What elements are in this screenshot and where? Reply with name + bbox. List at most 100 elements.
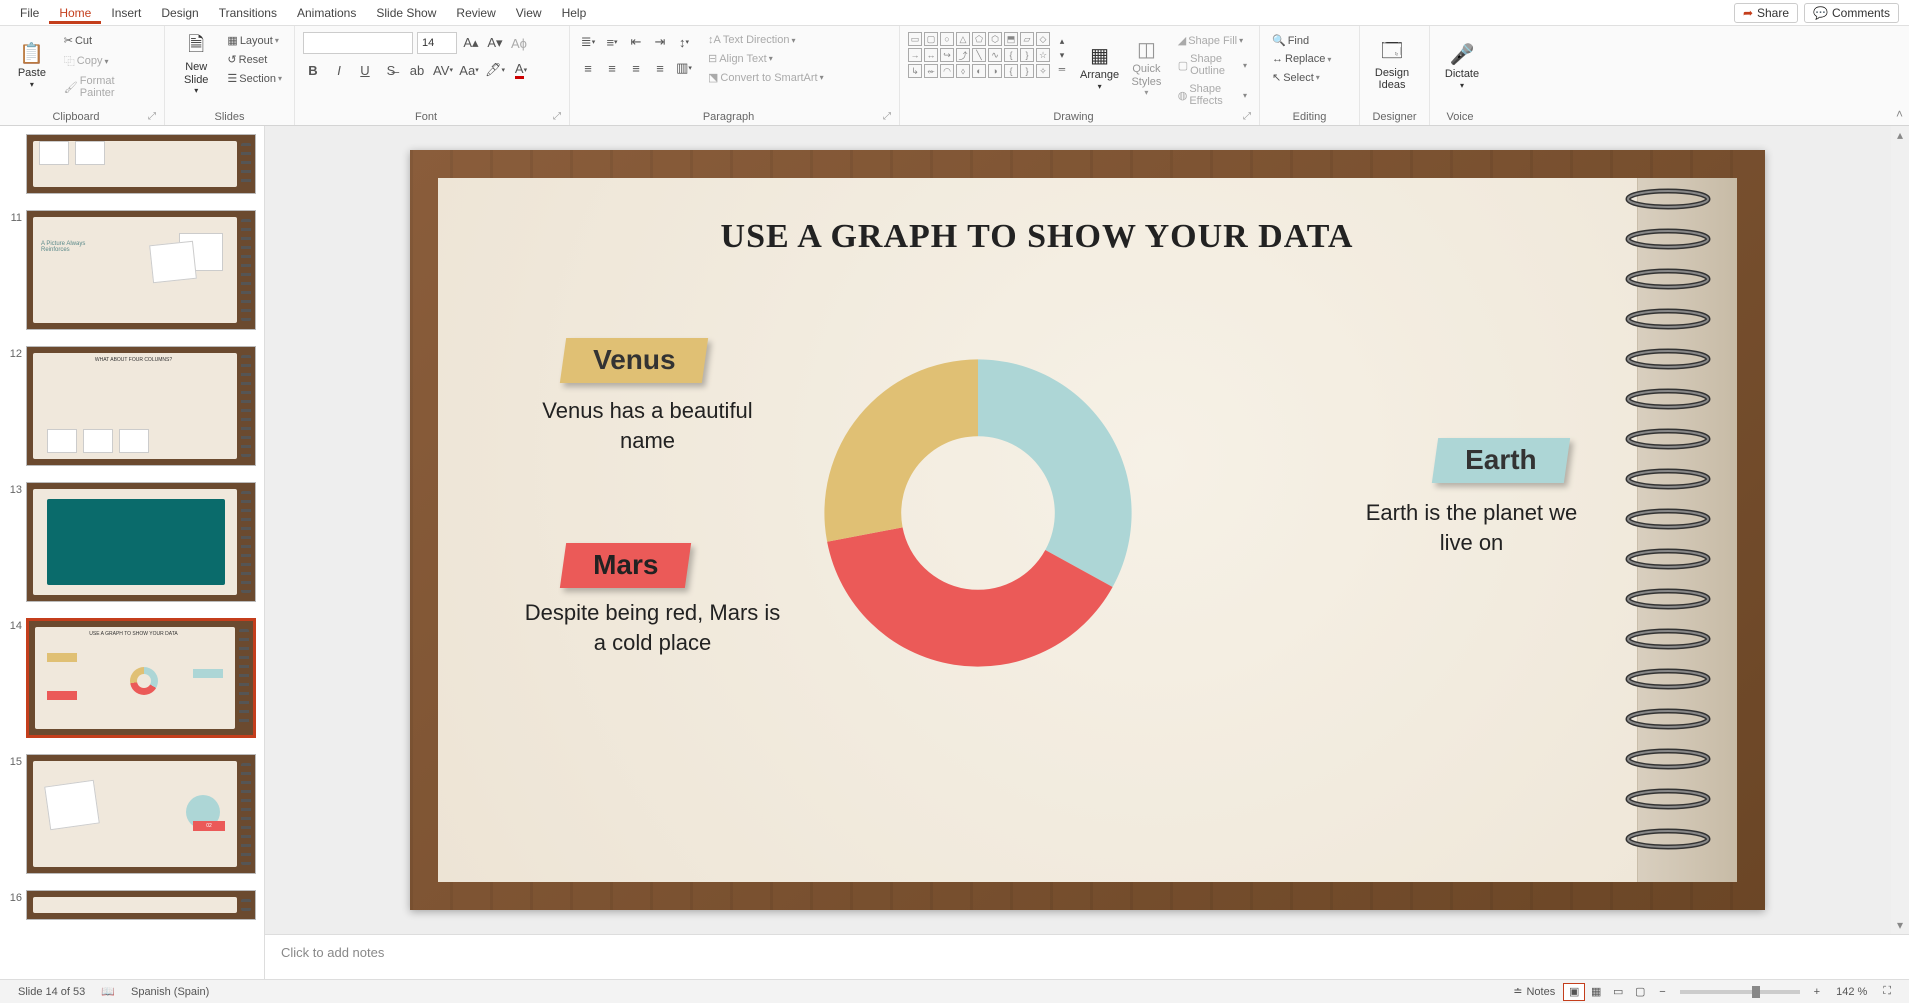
- shapes-gallery[interactable]: ▭▢○△⬠⬡⬒▱◇ →↔↪⤴╲∿{}☆ ↳⬰◠⬨◐◑{}✧: [908, 32, 1050, 78]
- clipboard-launcher[interactable]: ⤢: [148, 111, 156, 122]
- thumbnail-slide-12[interactable]: 12 WHAT ABOUT FOUR COLUMNS?: [0, 342, 264, 478]
- spellcheck-button[interactable]: 📖: [93, 985, 123, 998]
- copy-button[interactable]: ⿻Copy▾: [60, 51, 156, 71]
- mars-label-tape[interactable]: Mars: [559, 543, 691, 588]
- menu-review[interactable]: Review: [446, 2, 505, 24]
- menu-insert[interactable]: Insert: [101, 2, 151, 24]
- slideshow-view-button[interactable]: ▢: [1629, 983, 1651, 1001]
- scroll-down-icon[interactable]: ▾: [1891, 916, 1909, 934]
- numbering-button[interactable]: ≡▾: [602, 32, 622, 52]
- italic-button[interactable]: I: [329, 60, 349, 80]
- decrease-indent-button[interactable]: ⇤: [626, 32, 646, 52]
- slide-sorter-view-button[interactable]: ▦: [1585, 983, 1607, 1001]
- slide[interactable]: USE A GRAPH TO SHOW YOUR DATA Venus Venu…: [410, 150, 1765, 910]
- strikethrough-button[interactable]: S̶: [381, 60, 401, 80]
- zoom-slider-thumb[interactable]: [1752, 986, 1760, 998]
- notes-pane[interactable]: Click to add notes: [265, 934, 1909, 979]
- slide-indicator[interactable]: Slide 14 of 53: [10, 986, 93, 998]
- zoom-slider[interactable]: [1680, 990, 1800, 994]
- layout-button[interactable]: ▦Layout▾: [223, 32, 286, 49]
- text-direction-button[interactable]: ↕AText Direction▾: [704, 32, 828, 48]
- scroll-up-icon[interactable]: ▴: [1891, 126, 1909, 144]
- dictate-button[interactable]: 🎤 Dictate ▾: [1438, 30, 1486, 100]
- menu-design[interactable]: Design: [151, 2, 208, 24]
- reset-button[interactable]: ↺Reset: [223, 51, 286, 68]
- zoom-out-button[interactable]: −: [1651, 986, 1673, 998]
- align-text-button[interactable]: ⊟Align Text▾: [704, 50, 828, 67]
- shape-effects-button[interactable]: ◍Shape Effects▾: [1174, 81, 1251, 109]
- reading-view-button[interactable]: ▭: [1607, 983, 1629, 1001]
- shape-outline-button[interactable]: ▢Shape Outline▾: [1174, 51, 1251, 79]
- normal-view-button[interactable]: ▣: [1563, 983, 1585, 1001]
- justify-button[interactable]: ≡: [650, 58, 670, 78]
- thumbnail-slide-16[interactable]: 16: [0, 886, 264, 932]
- thumbnail-slide-14[interactable]: 14 USE A GRAPH TO SHOW YOUR DATA: [0, 614, 264, 750]
- shadow-button[interactable]: ab: [407, 60, 427, 80]
- increase-font-icon[interactable]: A▴: [461, 33, 481, 53]
- gallery-more-icon[interactable]: ═: [1052, 62, 1072, 76]
- venus-description[interactable]: Venus has a beautiful name: [533, 396, 763, 455]
- thumbnail-slide-15[interactable]: 15 02: [0, 750, 264, 886]
- shape-fill-button[interactable]: ◢Shape Fill▾: [1174, 32, 1251, 49]
- font-name-input[interactable]: [303, 32, 413, 54]
- char-spacing-button[interactable]: AV▾: [433, 60, 453, 80]
- mars-description[interactable]: Despite being red, Mars is a cold place: [518, 598, 788, 657]
- comments-button[interactable]: 💬Comments: [1804, 3, 1899, 23]
- earth-label-tape[interactable]: Earth: [1432, 438, 1570, 483]
- gallery-up-icon[interactable]: ▴: [1052, 34, 1072, 48]
- align-center-button[interactable]: ≡: [602, 58, 622, 78]
- section-button[interactable]: ☰Section▾: [223, 70, 286, 87]
- format-painter-button[interactable]: 🖌Format Painter: [60, 73, 156, 101]
- underline-button[interactable]: U: [355, 60, 375, 80]
- menu-file[interactable]: File: [10, 2, 49, 24]
- font-launcher[interactable]: ⤢: [553, 111, 561, 122]
- thumbnail-slide-10[interactable]: [0, 130, 264, 206]
- find-button[interactable]: 🔍Find: [1268, 32, 1351, 49]
- bullets-button[interactable]: ≣▾: [578, 32, 598, 52]
- drawing-launcher[interactable]: ⤢: [1243, 111, 1251, 122]
- share-button[interactable]: ➦Share: [1734, 3, 1798, 23]
- language-button[interactable]: Spanish (Spain): [123, 986, 217, 998]
- increase-indent-button[interactable]: ⇥: [650, 32, 670, 52]
- arrange-button[interactable]: ▦ Arrange ▾: [1080, 32, 1119, 100]
- venus-label-tape[interactable]: Venus: [559, 338, 708, 383]
- zoom-in-button[interactable]: +: [1806, 986, 1828, 998]
- earth-description[interactable]: Earth is the planet we live on: [1347, 498, 1597, 557]
- highlight-button[interactable]: 🖊▾: [485, 60, 505, 80]
- donut-chart[interactable]: [818, 353, 1138, 673]
- slide-canvas[interactable]: USE A GRAPH TO SHOW YOUR DATA Venus Venu…: [265, 126, 1909, 934]
- menu-help[interactable]: Help: [552, 2, 597, 24]
- slide-title[interactable]: USE A GRAPH TO SHOW YOUR DATA: [488, 218, 1587, 256]
- slide-thumbnail-panel[interactable]: 11 A Picture AlwaysReinforces 12 WHAT AB…: [0, 126, 265, 979]
- select-button[interactable]: ↖Select▾: [1268, 69, 1351, 86]
- collapse-ribbon-button[interactable]: ˄: [1896, 107, 1903, 121]
- menu-home[interactable]: Home: [49, 2, 101, 24]
- font-color-button[interactable]: A▾: [511, 60, 531, 80]
- menu-view[interactable]: View: [506, 2, 552, 24]
- thumbnail-slide-13[interactable]: 13: [0, 478, 264, 614]
- menu-transitions[interactable]: Transitions: [209, 2, 287, 24]
- donut-slice-earth[interactable]: [978, 359, 1132, 587]
- fit-to-window-button[interactable]: ⛶: [1875, 985, 1899, 998]
- font-size-input[interactable]: 14: [417, 32, 457, 54]
- zoom-value[interactable]: 142 %: [1828, 986, 1875, 998]
- menu-animations[interactable]: Animations: [287, 2, 366, 24]
- paragraph-launcher[interactable]: ⤢: [883, 111, 891, 122]
- slide-vertical-scrollbar[interactable]: ▴ ▾: [1891, 126, 1909, 934]
- quick-styles-button[interactable]: ◫ Quick Styles ▾: [1127, 32, 1166, 100]
- change-case-button[interactable]: Aa▾: [459, 60, 479, 80]
- clear-format-icon[interactable]: Aϕ: [509, 33, 529, 53]
- thumbnail-slide-11[interactable]: 11 A Picture AlwaysReinforces: [0, 206, 264, 342]
- convert-smartart-button[interactable]: ⬔Convert to SmartArt▾: [704, 69, 828, 86]
- cut-button[interactable]: ✂Cut: [60, 32, 156, 49]
- align-right-button[interactable]: ≡: [626, 58, 646, 78]
- replace-button[interactable]: ↔Replace▾: [1268, 51, 1351, 67]
- columns-button[interactable]: ▥▾: [674, 58, 694, 78]
- notes-toggle[interactable]: ≐Notes: [1505, 985, 1563, 998]
- design-ideas-button[interactable]: 🗔 Design Ideas: [1368, 30, 1416, 100]
- align-left-button[interactable]: ≡: [578, 58, 598, 78]
- donut-slice-venus[interactable]: [824, 359, 978, 541]
- gallery-down-icon[interactable]: ▾: [1052, 48, 1072, 62]
- bold-button[interactable]: B: [303, 60, 323, 80]
- decrease-font-icon[interactable]: A▾: [485, 33, 505, 53]
